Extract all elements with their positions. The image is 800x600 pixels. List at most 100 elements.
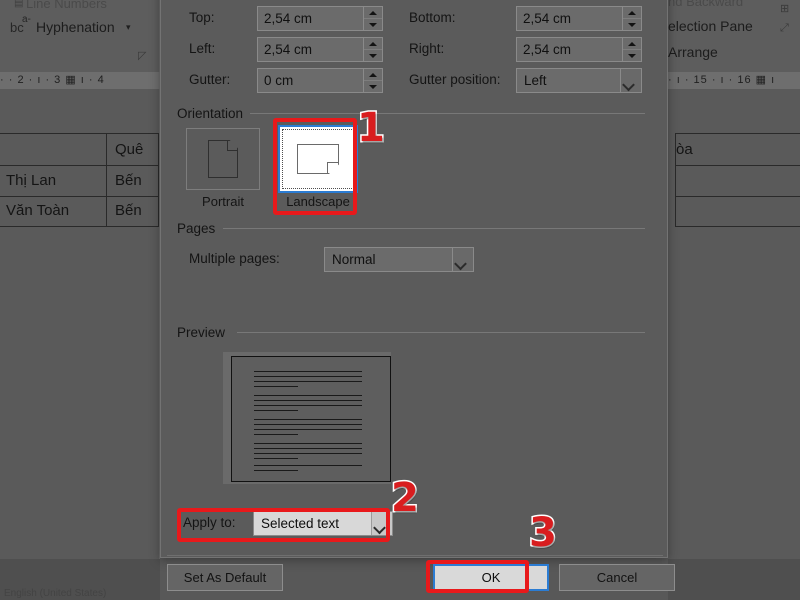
- portrait-page-icon: [208, 140, 238, 178]
- ribbon-item-hyphenation[interactable]: Hyphenation: [36, 19, 115, 35]
- group-objects-icon[interactable]: ⊞: [780, 2, 789, 15]
- margin-left-spinner[interactable]: 2,54 cm: [257, 37, 383, 62]
- set-as-default-label: Set As Default: [183, 570, 267, 585]
- spin-up-icon[interactable]: [364, 69, 382, 81]
- dialog-launcher-icon[interactable]: ◸: [138, 50, 150, 62]
- margin-bottom-row: Bottom: 2,54 cm: [409, 6, 642, 32]
- gutter-position-row: Gutter position: Left: [409, 68, 642, 94]
- apply-to-label: Apply to:: [183, 515, 236, 530]
- pages-group-label: Pages: [177, 221, 223, 236]
- spin-up-icon[interactable]: [623, 7, 641, 19]
- orientation-landscape-tile[interactable]: [278, 125, 358, 193]
- margin-left-row: Left: 2,54 cm: [189, 37, 399, 63]
- status-bar-right: [668, 559, 800, 600]
- status-language-label[interactable]: English (United States): [4, 588, 106, 599]
- portrait-label-text: Portrait: [202, 194, 244, 209]
- gutter-value[interactable]: 0 cm: [258, 69, 363, 92]
- gutter-spin-buttons[interactable]: [363, 69, 382, 92]
- table-row-divider: [0, 196, 159, 197]
- table-row-divider: [675, 196, 800, 197]
- cancel-label: Cancel: [596, 570, 638, 585]
- ribbon-item-send-backward[interactable]: nd Backward: [668, 0, 743, 9]
- table-cell-value: Bến: [115, 202, 142, 219]
- chevron-down-icon[interactable]: [620, 69, 641, 92]
- landscape-label-text: Landscape: [286, 194, 350, 209]
- rotate-icon[interactable]: ⤢: [780, 22, 789, 35]
- hyphenation-icon-sup: a-: [22, 14, 31, 25]
- status-bar-left: English (United States): [0, 559, 160, 600]
- margin-right-spin-buttons[interactable]: [622, 38, 641, 61]
- orientation-group-label: Orientation: [177, 106, 251, 121]
- gutter-row: Gutter: 0 cm: [189, 68, 399, 94]
- spin-up-icon[interactable]: [364, 38, 382, 50]
- document-table-right: [675, 133, 800, 227]
- multiple-pages-value: Normal: [332, 252, 376, 267]
- spin-down-icon[interactable]: [623, 19, 641, 30]
- margin-right-spinner[interactable]: 2,54 cm: [516, 37, 642, 62]
- margin-left-spin-buttons[interactable]: [363, 38, 382, 61]
- ribbon-item-line-numbers[interactable]: Line Numbers: [26, 0, 107, 11]
- multiple-pages-label: Multiple pages:: [189, 251, 280, 266]
- gutter-label: Gutter:: [189, 72, 231, 87]
- margin-left-value[interactable]: 2,54 cm: [258, 38, 363, 61]
- ribbon-item-selection-pane[interactable]: election Pane: [668, 18, 753, 34]
- ribbon-right-fragment: nd Backward election Pane Arrange ⊞ ⤢: [668, 0, 800, 72]
- spin-down-icon[interactable]: [364, 81, 382, 92]
- margin-bottom-value[interactable]: 2,54 cm: [517, 7, 622, 30]
- gutter-spinner[interactable]: 0 cm: [257, 68, 383, 93]
- ribbon-group-arrange: Arrange: [668, 44, 718, 60]
- cancel-button[interactable]: Cancel: [559, 564, 675, 591]
- spin-down-icon[interactable]: [623, 50, 641, 61]
- ruler-left[interactable]: · · 2 · ı · 3 ▦ ı · 4: [0, 72, 160, 89]
- gutter-position-dropdown[interactable]: Left: [516, 68, 642, 93]
- table-column-divider: [106, 133, 107, 227]
- orientation-landscape-label: Landscape: [273, 194, 363, 209]
- margin-bottom-spin-buttons[interactable]: [622, 7, 641, 30]
- preview-group-divider: [237, 332, 645, 333]
- margin-bottom-spinner[interactable]: 2,54 cm: [516, 6, 642, 31]
- table-cell-value: Bến: [115, 172, 142, 189]
- line-numbers-icon: ▤: [14, 0, 24, 9]
- ruler-right[interactable]: · ı · 15 · ı · 16 ▦ ı: [668, 72, 800, 89]
- table-row-divider: [675, 165, 800, 166]
- document-page-right: òa: [668, 89, 800, 559]
- document-page-left: Quê Thị Lan Bến Văn Toàn Bến: [0, 89, 160, 559]
- chevron-down-icon[interactable]: [371, 512, 392, 535]
- preview-page: [231, 356, 391, 482]
- table-cell-header: Quê: [115, 141, 144, 158]
- margin-top-row: Top: 2,54 cm: [189, 6, 399, 32]
- spin-up-icon[interactable]: [623, 38, 641, 50]
- spin-up-icon[interactable]: [364, 7, 382, 19]
- ok-label: OK: [481, 570, 501, 585]
- margin-right-row: Right: 2,54 cm: [409, 37, 642, 63]
- set-as-default-button[interactable]: Set As Default: [167, 564, 283, 591]
- margin-bottom-label: Bottom:: [409, 10, 456, 25]
- gutter-position-value: Left: [524, 73, 547, 88]
- apply-to-row: Apply to: Selected text: [183, 511, 403, 537]
- margin-top-value[interactable]: 2,54 cm: [258, 7, 363, 30]
- chevron-down-icon: ▾: [126, 22, 131, 32]
- ok-button[interactable]: OK: [433, 564, 549, 591]
- orientation-portrait-tile[interactable]: [186, 128, 260, 190]
- preview-group-label: Preview: [177, 325, 233, 340]
- apply-to-value: Selected text: [261, 516, 340, 531]
- margin-right-value[interactable]: 2,54 cm: [517, 38, 622, 61]
- chevron-down-icon[interactable]: [452, 248, 473, 271]
- annotation-badge-1: 1: [356, 105, 387, 151]
- margin-top-spin-buttons[interactable]: [363, 7, 382, 30]
- landscape-page-icon: [297, 144, 339, 174]
- margin-right-label: Right:: [409, 41, 445, 56]
- multiple-pages-row: Multiple pages: Normal: [189, 247, 509, 273]
- multiple-pages-dropdown[interactable]: Normal: [324, 247, 474, 272]
- margin-top-spinner[interactable]: 2,54 cm: [257, 6, 383, 31]
- table-row-divider: [0, 165, 159, 166]
- apply-to-dropdown[interactable]: Selected text: [253, 511, 393, 536]
- gutter-position-label: Gutter position:: [409, 72, 501, 87]
- button-bar-divider: [167, 555, 663, 556]
- annotation-badge-2: 2: [390, 475, 421, 521]
- ribbon-left-fragment: Line Numbers ▤ bc a- Hyphenation ▾ ◸: [0, 0, 160, 72]
- spin-down-icon[interactable]: [364, 50, 382, 61]
- spin-down-icon[interactable]: [364, 19, 382, 30]
- orientation-group-divider: [249, 113, 645, 114]
- table-cell-name: Văn Toàn: [6, 202, 70, 219]
